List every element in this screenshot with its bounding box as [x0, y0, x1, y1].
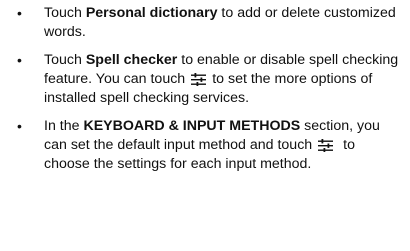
manual-page: • Touch Personal dictionary to add or de…: [0, 0, 410, 251]
bullet-dot: •: [17, 5, 22, 21]
settings-sliders-icon: [191, 73, 207, 86]
bullet-keyboard-input-methods: • In the KEYBOARD & INPUT METHODS sectio…: [8, 117, 402, 174]
text-segment: Touch: [44, 52, 86, 68]
bullet-dot: •: [17, 118, 22, 134]
bullet-personal-dictionary: • Touch Personal dictionary to add or de…: [8, 4, 402, 42]
bullet-list: • Touch Personal dictionary to add or de…: [8, 4, 402, 174]
text-segment: In the: [44, 118, 84, 134]
settings-sliders-icon: [318, 139, 334, 152]
bullet-dot: •: [17, 52, 22, 68]
bullet-spell-checker: • Touch Spell checker to enable or disab…: [8, 51, 402, 108]
bold-term-keyboard-input-methods: KEYBOARD & INPUT METHODS: [83, 118, 301, 134]
bold-term-spell-checker: Spell checker: [85, 52, 178, 68]
text-segment: Touch: [44, 5, 86, 21]
bold-term-personal-dictionary: Personal dictionary: [85, 5, 218, 21]
